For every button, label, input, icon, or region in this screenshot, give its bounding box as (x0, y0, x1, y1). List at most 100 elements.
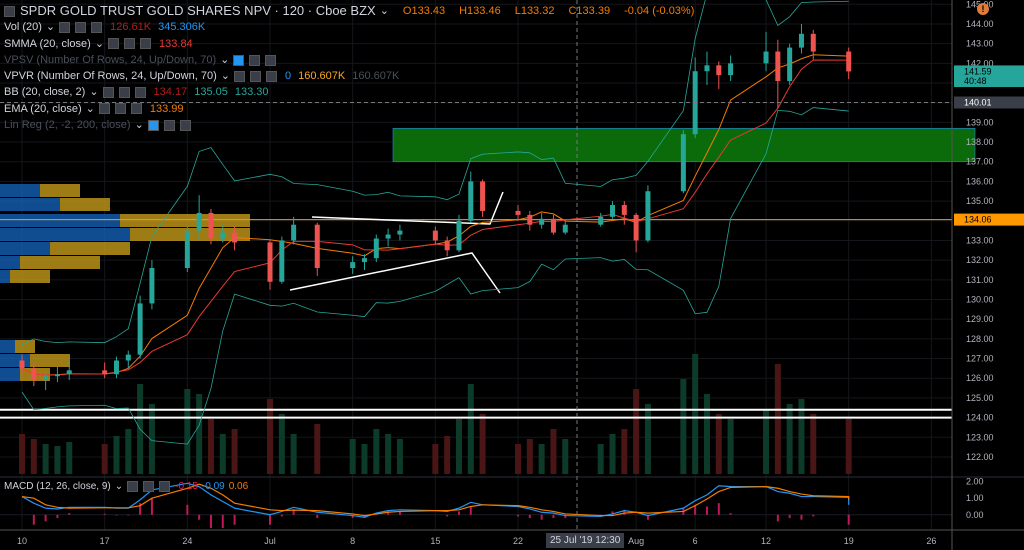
volume-bar (231, 429, 238, 474)
alert-icon[interactable]: ! (977, 3, 989, 15)
candle-body (291, 224, 297, 241)
candle-body (279, 240, 285, 282)
indicator-label[interactable]: Vol (20) (4, 19, 42, 35)
price-label-text: 141.59 (964, 66, 992, 76)
gear-icon[interactable] (143, 481, 155, 492)
volume-profile-up-bar (0, 214, 120, 227)
candle-body (102, 370, 108, 375)
volume-bar (845, 419, 852, 474)
indicator-row: VPVR (Number Of Rows, 24, Up/Down, 70) ⌄ 0… (4, 68, 694, 84)
candle-body (373, 238, 379, 259)
indicator-row: VPSV (Number Of Rows, 24, Up/Down, 70) ⌄ (4, 52, 694, 68)
candle-body (314, 224, 320, 269)
price-label-text: 134.06 (964, 215, 992, 225)
eye-icon[interactable] (108, 38, 120, 50)
chevron-down-icon[interactable]: ⌄ (95, 36, 104, 52)
price-tick-label: 125.00 (966, 393, 994, 403)
collapse-icon[interactable] (4, 5, 15, 17)
volume-bar (562, 439, 569, 474)
close-icon[interactable] (159, 481, 171, 492)
close-icon[interactable] (134, 87, 146, 99)
volume-bar (455, 419, 462, 474)
price-tick-label: 139.00 (966, 117, 994, 127)
volume-bar (692, 354, 699, 474)
volume-profile-up-bar (0, 340, 15, 353)
symbol-title[interactable]: SPDR GOLD TRUST GOLD SHARES NPV · 120 · … (20, 3, 376, 19)
volume-bar (396, 439, 403, 474)
indicator-row: Vol (20) ⌄ 126.61K 345.306K (4, 19, 694, 35)
chevron-down-icon[interactable]: ⌄ (46, 19, 55, 35)
eye-icon[interactable] (147, 119, 159, 131)
volume-profile-up-bar (0, 198, 60, 211)
candle-body (621, 205, 627, 215)
candle-body (645, 191, 651, 241)
price-label-text: 40:48 (964, 76, 987, 86)
indicator-label[interactable]: EMA (20, close) (4, 101, 82, 117)
volume-bar (385, 434, 392, 474)
indicator-value: 134.17 (153, 86, 188, 99)
time-tick-label: 24 (182, 536, 192, 546)
volume-bar (786, 404, 793, 474)
eye-icon[interactable] (233, 54, 245, 66)
close-icon[interactable] (265, 54, 277, 66)
indicator-label[interactable]: Lin Reg (2, -2, 200, close) (4, 117, 131, 133)
volume-profile-down-bar (20, 256, 100, 269)
indicator-label[interactable]: VPSV (Number Of Rows, 24, Up/Down, 70) (4, 52, 216, 68)
chevron-down-icon[interactable]: ⌄ (89, 84, 98, 100)
gear-icon[interactable] (114, 103, 126, 115)
gear-icon[interactable] (118, 87, 130, 99)
time-tick-label: Aug (628, 536, 644, 546)
high-value: H133.46 (459, 5, 501, 17)
candle-body (113, 360, 119, 375)
volume-bar (479, 414, 486, 474)
gear-icon[interactable] (75, 21, 87, 33)
chevron-down-icon[interactable]: ⌄ (220, 52, 229, 68)
candle-body (539, 218, 545, 225)
eye-icon[interactable] (102, 87, 114, 99)
volume-bar (207, 419, 214, 474)
eye-icon[interactable] (127, 481, 139, 492)
volume-profile-down-bar (50, 242, 130, 255)
close-icon[interactable] (265, 70, 277, 82)
candle-body (480, 181, 486, 211)
time-tick-label: 26 (926, 536, 936, 546)
volume-bar (609, 434, 616, 474)
candle-body (397, 230, 403, 235)
candle-body (66, 370, 72, 375)
gear-icon[interactable] (163, 119, 175, 131)
close-icon[interactable] (140, 38, 152, 50)
volume-bar (774, 364, 781, 474)
eye-icon[interactable] (233, 70, 245, 82)
eye-icon[interactable] (59, 21, 71, 33)
gear-icon[interactable] (249, 70, 261, 82)
macd-tick-label: 1.00 (966, 493, 984, 503)
indicator-label[interactable]: BB (20, close, 2) (4, 84, 85, 100)
indicator-value: 133.99 (149, 102, 184, 115)
close-icon[interactable] (91, 21, 103, 33)
gear-icon[interactable] (249, 54, 261, 66)
macd-label[interactable]: MACD (12, 26, close, 9) (4, 481, 111, 492)
chart-legend: SPDR GOLD TRUST GOLD SHARES NPV · 120 · … (4, 3, 694, 133)
gear-icon[interactable] (124, 38, 136, 50)
indicator-label[interactable]: SMMA (20, close) (4, 36, 91, 52)
candle-body (515, 210, 521, 215)
indicator-value: 345.306K (158, 21, 206, 34)
close-icon[interactable] (179, 119, 191, 131)
close-icon[interactable] (130, 103, 142, 115)
chevron-down-icon[interactable]: ⌄ (86, 101, 95, 117)
candle-body (704, 65, 710, 72)
price-label-text: 140.01 (964, 98, 992, 108)
macd-tick-label: 0.00 (966, 510, 984, 520)
volume-profile-up-bar (0, 256, 20, 269)
candle-body (385, 234, 391, 239)
chevron-down-icon[interactable]: ⌄ (135, 117, 144, 133)
indicator-label[interactable]: VPVR (Number Of Rows, 24, Up/Down, 70) (4, 68, 217, 84)
price-tick-label: 122.00 (966, 452, 994, 462)
eye-icon[interactable] (98, 103, 110, 115)
chevron-down-icon[interactable]: ⌄ (221, 68, 230, 84)
chevron-down-icon[interactable]: ⌄ (380, 3, 389, 19)
time-tick-label: 15 (430, 536, 440, 546)
volume-bar (219, 434, 226, 474)
chevron-down-icon[interactable]: ⌄ (115, 481, 123, 492)
volume-profile-up-bar (0, 228, 130, 241)
